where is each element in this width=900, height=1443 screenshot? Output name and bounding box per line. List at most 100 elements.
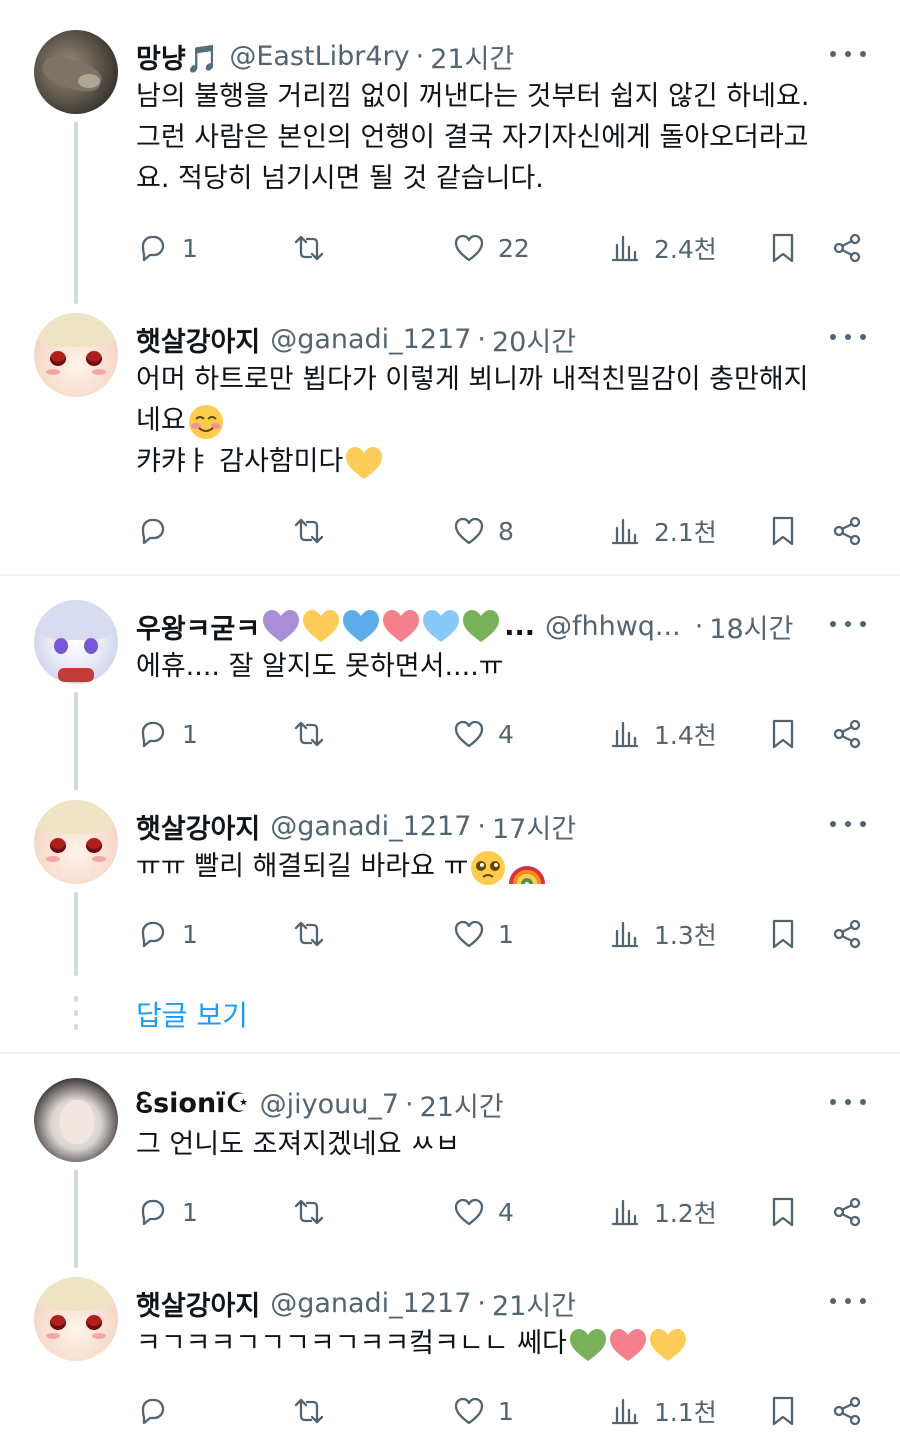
bookmark-button[interactable] bbox=[766, 1391, 800, 1431]
separator-dot: · bbox=[415, 40, 425, 72]
avatar[interactable] bbox=[34, 313, 118, 397]
share-button[interactable] bbox=[830, 1391, 864, 1431]
tweet-text: 남의 불행을 거리낌 없이 꺼낸다는 것부터 쉽지 않긴 하네요. 그런 사람은… bbox=[136, 76, 876, 199]
handle[interactable]: @jiyouu_7 bbox=[260, 1089, 399, 1120]
reply-button[interactable] bbox=[136, 1391, 182, 1431]
retweet-button[interactable] bbox=[292, 1391, 326, 1431]
avatar[interactable] bbox=[34, 30, 118, 114]
reply-button[interactable]: 1 bbox=[136, 228, 198, 268]
handle[interactable]: @ganadi_1217 bbox=[270, 324, 471, 355]
display-name[interactable]: 햇살강아지 bbox=[136, 1284, 260, 1323]
views-button[interactable]: 2.4천 bbox=[608, 228, 717, 268]
share-button[interactable] bbox=[830, 228, 864, 268]
more-icon[interactable] bbox=[830, 327, 866, 347]
more-icon[interactable] bbox=[830, 814, 866, 834]
retweet-icon bbox=[294, 518, 324, 544]
rainbow-emoji-icon bbox=[509, 865, 546, 884]
views-button[interactable]: 1.3천 bbox=[608, 914, 717, 954]
view-count: 1.4천 bbox=[654, 721, 717, 750]
tweet-header: 햇살강아지 @ganadi_1217 · 20시간 bbox=[136, 319, 576, 359]
pink-heart-icon bbox=[609, 1328, 646, 1361]
display-name[interactable]: 우왕ㅋ굳ㅋ bbox=[136, 607, 260, 646]
more-icon[interactable] bbox=[830, 1092, 866, 1112]
tweet-text-line: 캬캬ㅑ 감사함미다 bbox=[136, 446, 344, 477]
avatar[interactable] bbox=[34, 600, 118, 684]
reply-icon bbox=[141, 518, 165, 545]
timestamp[interactable]: 21시간 bbox=[430, 37, 514, 76]
display-name[interactable]: 햇살강아지 bbox=[136, 807, 260, 846]
like-icon bbox=[454, 517, 484, 545]
reply-button[interactable] bbox=[136, 511, 182, 551]
yellow-heart-icon bbox=[303, 610, 340, 642]
views-button[interactable]: 1.2천 bbox=[608, 1192, 717, 1232]
bookmark-button[interactable] bbox=[766, 228, 800, 268]
tweet-header: 햇살강아지 @ganadi_1217 · 17시간 bbox=[136, 806, 576, 846]
action-bar: 8 2.1천 bbox=[136, 511, 876, 551]
reply-count: 1 bbox=[182, 1197, 198, 1227]
reply-count: 1 bbox=[182, 719, 198, 749]
handle[interactable]: @ganadi_1217 bbox=[270, 811, 471, 842]
tweet-header: 망냥🎵 @EastLibr4ry · 21시간 bbox=[136, 36, 514, 76]
like-button[interactable]: 4 bbox=[452, 1192, 514, 1232]
smiling-face-emoji-icon bbox=[188, 404, 223, 439]
avatar[interactable] bbox=[34, 800, 118, 884]
like-icon bbox=[454, 720, 484, 748]
share-button[interactable] bbox=[830, 714, 864, 754]
handle[interactable]: @ganadi_1217 bbox=[270, 1288, 471, 1319]
reply-button[interactable]: 1 bbox=[136, 914, 198, 954]
more-icon[interactable] bbox=[830, 1291, 866, 1311]
pink-heart-icon bbox=[383, 610, 420, 642]
like-count: 22 bbox=[498, 233, 530, 263]
tweet-text-line: 에휴.... 잘 알지도 못하면서....ㅠ bbox=[136, 651, 504, 682]
timestamp[interactable]: 20시간 bbox=[492, 320, 576, 359]
more-icon[interactable] bbox=[830, 614, 866, 634]
like-button[interactable]: 1 bbox=[452, 914, 514, 954]
avatar[interactable] bbox=[34, 1078, 118, 1162]
tweet-text-line: 요. 적당히 넘기시면 될 것 같습니다. bbox=[136, 163, 544, 194]
retweet-icon bbox=[294, 721, 324, 747]
views-button[interactable]: 1.4천 bbox=[608, 714, 717, 754]
like-count: 4 bbox=[498, 719, 514, 749]
share-button[interactable] bbox=[830, 914, 864, 954]
bookmark-button[interactable] bbox=[766, 914, 800, 954]
handle[interactable]: @fhhwq... bbox=[545, 611, 681, 642]
bookmark-button[interactable] bbox=[766, 1192, 800, 1232]
display-name[interactable]: Ꮛsionï☪ bbox=[136, 1088, 250, 1120]
reply-button[interactable]: 1 bbox=[136, 1192, 198, 1232]
like-icon bbox=[454, 1397, 484, 1425]
display-name[interactable]: 망냥🎵 bbox=[136, 37, 219, 76]
like-button[interactable]: 1 bbox=[452, 1391, 514, 1431]
avatar[interactable] bbox=[34, 1277, 118, 1361]
retweet-button[interactable] bbox=[292, 714, 326, 754]
share-button[interactable] bbox=[830, 511, 864, 551]
view-count: 2.4천 bbox=[654, 235, 717, 264]
like-button[interactable]: 8 bbox=[452, 511, 514, 551]
tweet-text-line: 그 언니도 조져지겠네요 ㅆㅂ bbox=[136, 1129, 460, 1160]
tweet-text: 에휴.... 잘 알지도 못하면서....ㅠ bbox=[136, 646, 876, 687]
retweet-button[interactable] bbox=[292, 228, 326, 268]
timestamp[interactable]: 21시간 bbox=[492, 1284, 576, 1323]
retweet-button[interactable] bbox=[292, 511, 326, 551]
pleading-face-emoji-icon bbox=[471, 850, 506, 885]
reply-button[interactable]: 1 bbox=[136, 714, 198, 754]
action-bar: 1 1 1.3천 bbox=[136, 914, 876, 954]
views-icon bbox=[611, 1199, 639, 1226]
bookmark-button[interactable] bbox=[766, 511, 800, 551]
timestamp[interactable]: 17시간 bbox=[492, 807, 576, 846]
bookmark-button[interactable] bbox=[766, 714, 800, 754]
retweet-button[interactable] bbox=[292, 1192, 326, 1232]
timestamp[interactable]: 18시간 bbox=[709, 607, 793, 646]
timestamp[interactable]: 21시간 bbox=[420, 1085, 504, 1124]
retweet-button[interactable] bbox=[292, 914, 326, 954]
like-count: 8 bbox=[498, 516, 514, 546]
display-name[interactable]: 햇살강아지 bbox=[136, 320, 260, 359]
like-button[interactable]: 4 bbox=[452, 714, 514, 754]
share-button[interactable] bbox=[830, 1192, 864, 1232]
tweet-text-line: ㅋㄱㅋㅋㄱㄱㄱㅋㄱㅋㅋ컼ㅋㄴㄴ 쎄다 bbox=[136, 1328, 567, 1359]
show-replies-link[interactable]: 답글 보기 bbox=[136, 994, 248, 1034]
more-icon[interactable] bbox=[830, 44, 866, 64]
views-button[interactable]: 1.1천 bbox=[608, 1391, 717, 1431]
handle[interactable]: @EastLibr4ry bbox=[229, 41, 409, 72]
views-button[interactable]: 2.1천 bbox=[608, 511, 717, 551]
like-button[interactable]: 22 bbox=[452, 228, 530, 268]
